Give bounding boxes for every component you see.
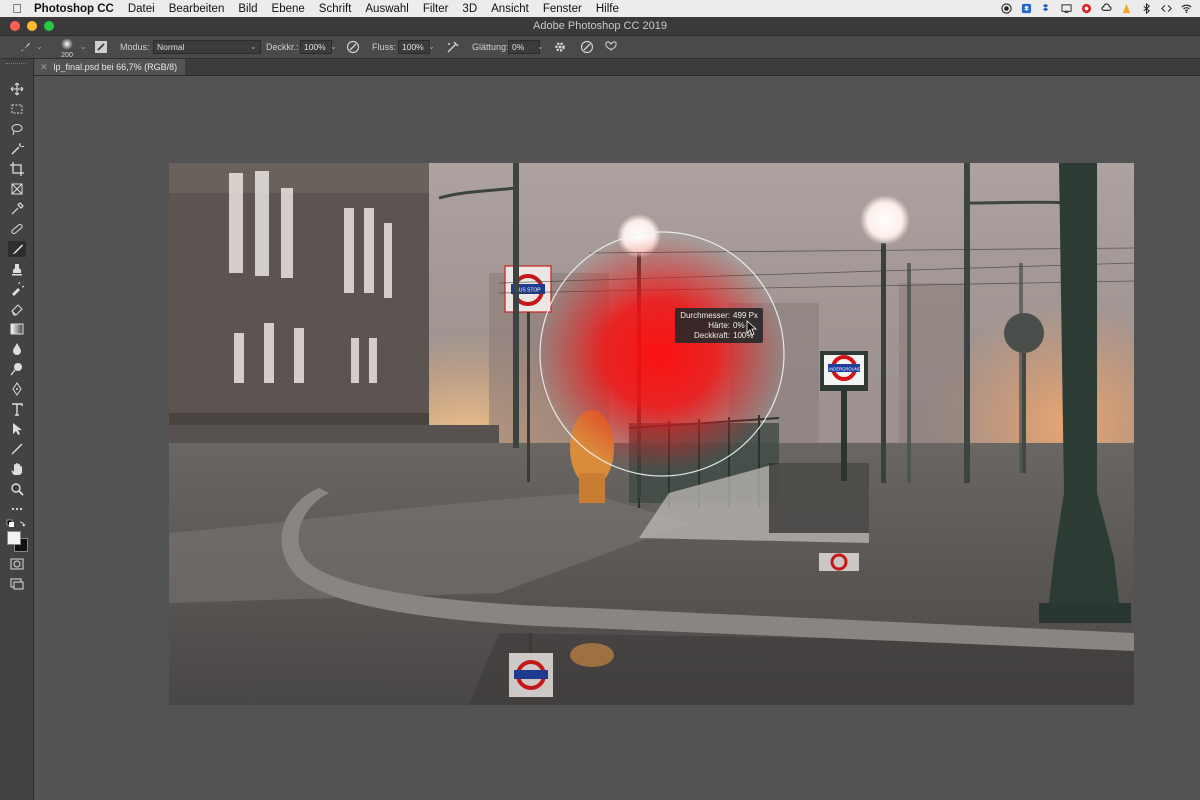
mac-menubar:  Photoshop CC Datei Bearbeiten Bild Ebe… [0,0,1200,17]
healing-brush-tool-icon[interactable] [8,221,26,237]
vlc-icon[interactable] [1121,3,1132,14]
blur-tool-icon[interactable] [8,341,26,357]
document-tab-label: lp_final.psd bei 66,7% (RGB/8) [53,62,178,72]
underground-sign-text: UNDERGROUND [827,367,861,372]
bluetooth-icon[interactable] [1141,3,1152,14]
brush-size-chevron-down-icon[interactable]: ⌄ [80,40,87,54]
options-bar: ⌄ 200 ⌄ Modus: Normal ⌄ Deckkr.: 100% ⌄ … [0,36,1200,59]
symmetry-butterfly-icon[interactable] [604,40,618,54]
creative-cloud-icon[interactable] [1101,3,1112,14]
diameter-label: Durchmesser: [680,311,730,320]
menu-ansicht[interactable]: Ansicht [491,3,529,15]
line-tool-icon[interactable] [8,441,26,457]
lasso-tool-icon[interactable] [8,121,26,137]
code-icon[interactable] [1161,3,1172,14]
tools-panel [0,59,34,800]
minimize-window-button[interactable] [27,21,37,31]
flow-chevron-down-icon[interactable]: ⌄ [428,40,435,54]
move-tool-icon[interactable] [8,81,26,97]
foreground-color-swatch[interactable] [7,531,21,545]
window-title: Adobe Photoshop CC 2019 [533,20,667,32]
brush-size-picker[interactable]: 200 [58,38,76,59]
opacity-label: Deckkr.: [266,42,299,52]
close-tab-icon[interactable]: ✕ [40,59,48,75]
mouse-cursor-icon [746,320,758,336]
menu-fenster[interactable]: Fenster [543,3,582,15]
brush-tool-preset-icon[interactable] [18,40,32,54]
default-colors-icon[interactable] [6,517,28,529]
maximize-window-button[interactable] [44,21,54,31]
marquee-tool-icon[interactable] [8,101,26,117]
menu-datei[interactable]: Datei [128,3,155,15]
screen-mode-icon[interactable] [8,576,26,592]
pressure-opacity-icon[interactable] [346,40,360,54]
modus-label: Modus: [120,42,150,52]
window-controls [10,21,54,31]
quick-mask-icon[interactable] [8,556,26,572]
blend-mode-chevron-down-icon[interactable]: ⌄ [250,40,257,54]
menu-3d[interactable]: 3D [462,3,477,15]
airbrush-icon[interactable] [446,40,460,54]
diameter-value: 499 Px [733,311,758,320]
opacity-input[interactable]: 100% [300,40,332,54]
clone-stamp-tool-icon[interactable] [8,261,26,277]
dropbox-icon[interactable] [1021,3,1032,14]
zoom-tool-icon[interactable] [8,481,26,497]
brush-panel-toggle-icon[interactable] [94,40,108,54]
eyedropper-tool-icon[interactable] [8,201,26,217]
menu-bearbeiten[interactable]: Bearbeiten [169,3,225,15]
more-tools-icon[interactable] [8,501,26,517]
document-tab-bar: ✕ lp_final.psd bei 66,7% (RGB/8) [34,59,1200,76]
gradient-tool-icon[interactable] [8,321,26,337]
preset-chevron-down-icon[interactable]: ⌄ [36,40,43,54]
flow-label: Fluss: [372,42,397,52]
pressure-size-icon[interactable] [580,40,594,54]
record-icon[interactable] [1001,3,1012,14]
blend-mode-select[interactable]: Normal [153,40,261,54]
hand-tool-icon[interactable] [8,461,26,477]
frame-tool-icon[interactable] [8,181,26,197]
tooltip-opacity-label: Deckkraft: [693,331,730,340]
color-swatches [7,531,29,553]
menu-ebene[interactable]: Ebene [272,3,305,15]
menu-auswahl[interactable]: Auswahl [365,3,408,15]
window-titlebar: Adobe Photoshop CC 2019 [0,17,1200,36]
foggy-street-scene: UNDERGROUND BUS STOP [169,163,1134,705]
close-window-button[interactable] [10,21,20,31]
smoothing-options-gear-icon[interactable] [553,40,567,54]
magic-wand-tool-icon[interactable] [8,141,26,157]
menu-app-name[interactable]: Photoshop CC [34,3,114,15]
type-tool-icon[interactable] [8,401,26,417]
brush-size-value: 200 [61,52,73,59]
status-icons [1001,0,1192,17]
smoothing-chevron-down-icon[interactable]: ⌄ [537,40,544,54]
apple-icon[interactable]:  [0,1,34,16]
history-brush-tool-icon[interactable] [8,281,26,297]
crop-tool-icon[interactable] [8,161,26,177]
pen-tool-icon[interactable] [8,381,26,397]
screen-icon[interactable] [1061,3,1072,14]
wifi-icon[interactable] [1181,3,1192,14]
document-image[interactable]: UNDERGROUND BUS STOP [169,163,1134,705]
path-selection-tool-icon[interactable] [8,421,26,437]
cloud-icon[interactable] [1081,3,1092,14]
opacity-chevron-down-icon[interactable]: ⌄ [330,40,337,54]
soft-brush-tip-icon [61,38,73,50]
dropbox-sync-icon[interactable] [1041,3,1052,14]
menu-schrift[interactable]: Schrift [319,3,352,15]
brush-tool-icon[interactable] [8,241,26,257]
smoothing-label: Glättung: [472,42,509,52]
smoothing-input[interactable]: 0% [508,40,540,54]
dodge-tool-icon[interactable] [8,361,26,377]
menu-bild[interactable]: Bild [238,3,257,15]
hardness-label: Härte: [708,321,730,330]
menu-filter[interactable]: Filter [423,3,449,15]
toolbar-grip[interactable] [6,63,26,66]
flow-input[interactable]: 100% [398,40,430,54]
eraser-tool-icon[interactable] [8,301,26,317]
document-tab[interactable]: ✕ lp_final.psd bei 66,7% (RGB/8) [34,59,186,75]
menu-hilfe[interactable]: Hilfe [596,3,619,15]
